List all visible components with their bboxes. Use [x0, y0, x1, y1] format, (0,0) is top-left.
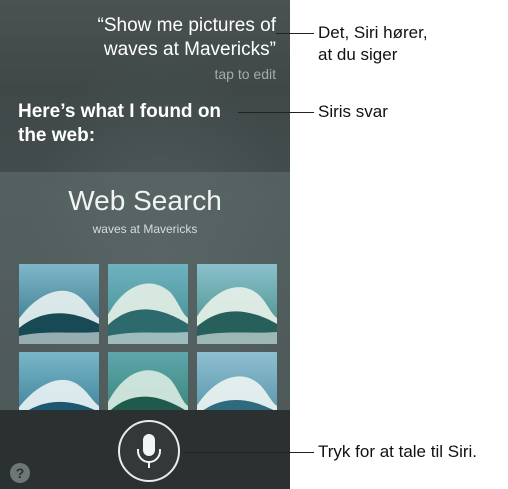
- callout-heard: Det, Siri hører, at du siger: [318, 22, 428, 66]
- callout-heard-line-1: Det, Siri hører,: [318, 23, 428, 42]
- spoken-request-line-2: waves at Mavericks”: [103, 39, 276, 60]
- siri-screen: “Show me pictures of waves at Mavericks”…: [0, 0, 290, 489]
- siri-response-line-1: Here’s what I found on: [18, 101, 222, 122]
- siri-response: Here’s what I found on the web:: [18, 100, 248, 148]
- siri-response-line-2: the web:: [18, 125, 96, 146]
- callout-line-answer: [238, 112, 314, 113]
- wave-image-thumbnail[interactable]: [19, 264, 99, 344]
- spoken-request-line-1: “Show me pictures of: [97, 15, 276, 36]
- figure: “Show me pictures of waves at Mavericks”…: [0, 0, 508, 489]
- callout-answer: Siris svar: [318, 102, 388, 121]
- callout-heard-line-2: at du siger: [318, 45, 398, 64]
- wave-image: [19, 264, 99, 344]
- wave-image: [108, 264, 188, 344]
- microphone-icon: [137, 434, 161, 468]
- callout-line-heard: [276, 33, 314, 34]
- microphone-button[interactable]: [118, 420, 180, 482]
- tap-to-edit-hint[interactable]: tap to edit: [215, 66, 277, 82]
- callout-tap-to-speak: Tryk for at tale til Siri.: [318, 442, 478, 461]
- wave-image-thumbnail[interactable]: [197, 264, 277, 344]
- spoken-request[interactable]: “Show me pictures of waves at Mavericks”: [26, 14, 276, 62]
- wave-image: [197, 264, 277, 344]
- help-button[interactable]: ?: [10, 463, 30, 483]
- web-search-query: waves at Mavericks: [92, 222, 198, 236]
- wave-image-thumbnail[interactable]: [108, 264, 188, 344]
- callout-line-mic: [184, 452, 314, 453]
- web-search-title: Web Search: [68, 185, 222, 216]
